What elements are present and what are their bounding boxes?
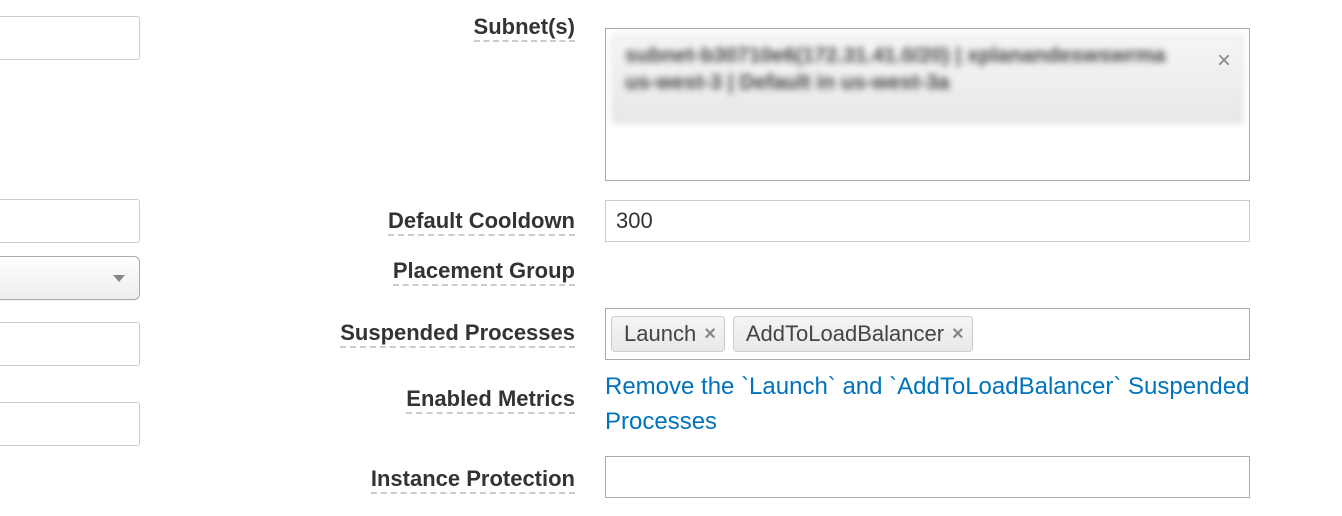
- suspended-processes-multiselect[interactable]: Launch × AddToLoadBalancer ×: [605, 308, 1250, 360]
- side-input-2[interactable]: [0, 199, 140, 243]
- tag-label: AddToLoadBalancer: [746, 321, 944, 347]
- close-icon[interactable]: ×: [952, 323, 964, 346]
- default-cooldown-input[interactable]: [605, 200, 1250, 242]
- suspended-tag-addtoloadbalancer[interactable]: AddToLoadBalancer ×: [733, 316, 973, 352]
- label-instance-protection: Instance Protection: [371, 466, 575, 494]
- subnet-multiselect[interactable]: subnet-b30710e6(172.31.41.0/20) | xplana…: [605, 28, 1250, 181]
- side-input-1[interactable]: [0, 16, 140, 60]
- instance-protection-multiselect[interactable]: [605, 456, 1250, 498]
- subnet-tag[interactable]: subnet-b30710e6(172.31.41.0/20) | xplana…: [612, 35, 1243, 123]
- side-input-4[interactable]: [0, 402, 140, 446]
- close-icon[interactable]: ×: [704, 323, 716, 346]
- label-subnets: Subnet(s): [474, 14, 575, 42]
- side-dropdown[interactable]: [0, 256, 140, 300]
- close-icon[interactable]: ×: [1217, 47, 1231, 75]
- label-default-cooldown: Default Cooldown: [388, 208, 575, 236]
- label-placement-group: Placement Group: [393, 258, 575, 286]
- label-suspended-processes: Suspended Processes: [340, 320, 575, 348]
- side-input-3[interactable]: [0, 322, 140, 366]
- subnet-tag-label: subnet-b30710e6(172.31.41.0/20) | xplana…: [625, 44, 1165, 94]
- suspended-tag-launch[interactable]: Launch ×: [611, 316, 725, 352]
- remove-suspended-link[interactable]: Remove the `Launch` and `AddToLoadBalanc…: [605, 370, 1250, 440]
- label-enabled-metrics: Enabled Metrics: [406, 386, 575, 414]
- tag-label: Launch: [624, 321, 696, 347]
